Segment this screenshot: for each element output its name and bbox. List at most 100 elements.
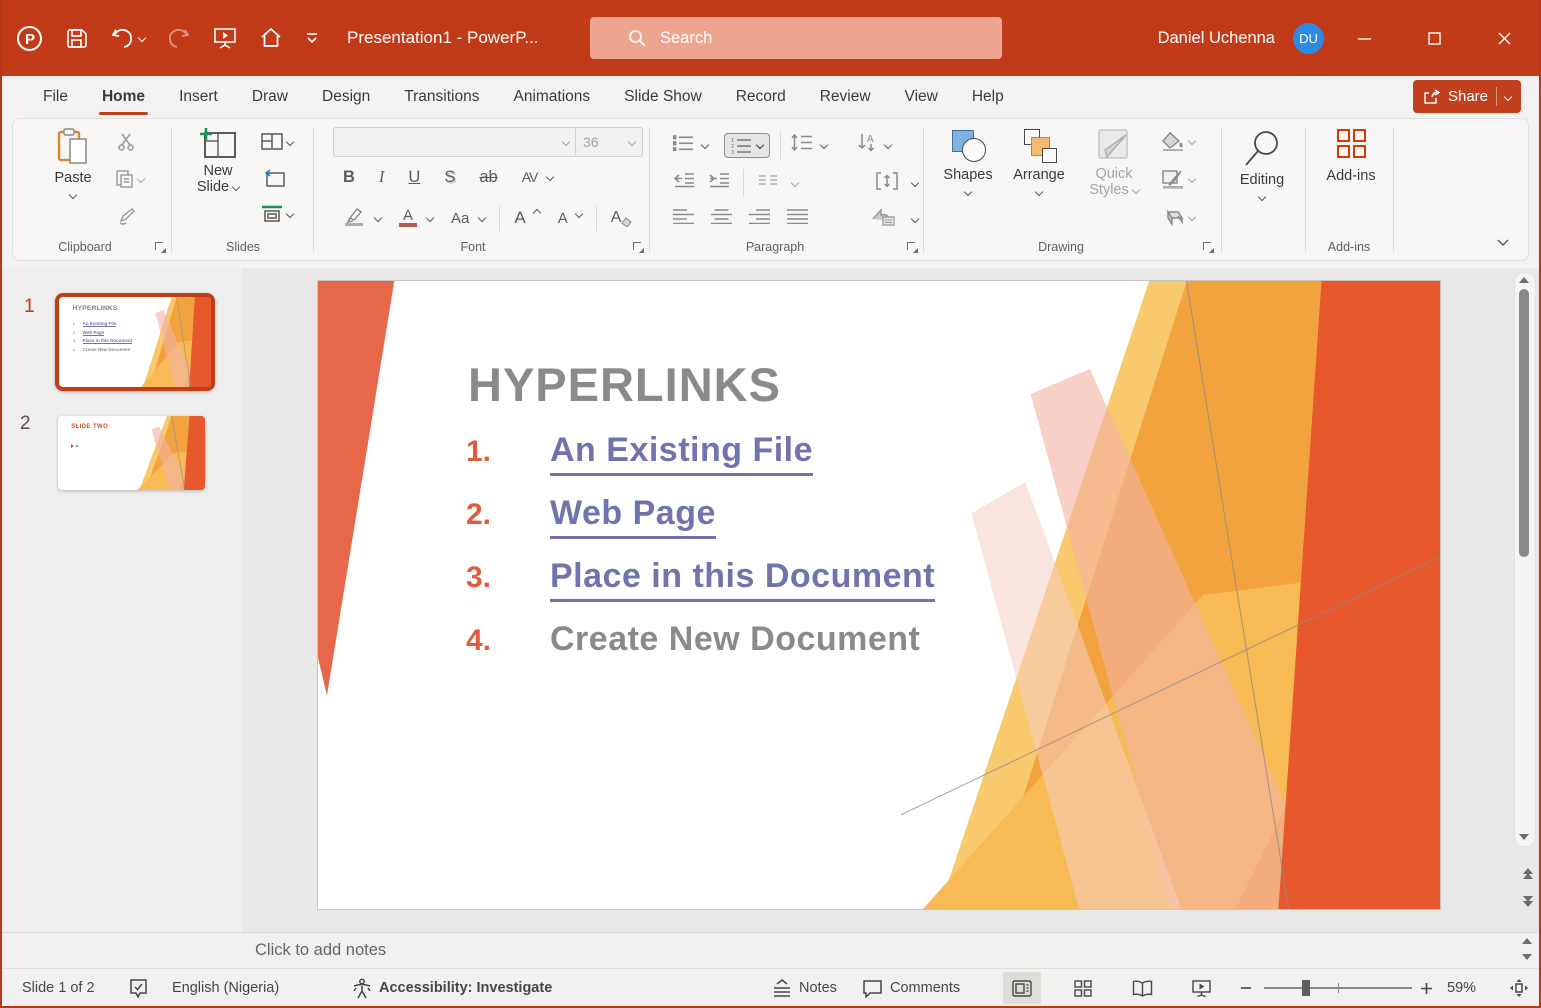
next-slide-button[interactable] [1523,896,1533,907]
tab-file[interactable]: File [30,76,81,118]
notes-scroll-up[interactable] [1522,938,1532,944]
character-spacing-button[interactable]: AV [522,169,538,185]
hyperlink-existing-file[interactable]: An Existing File [550,431,813,476]
tab-transitions[interactable]: Transitions [391,76,492,118]
list-item-4[interactable]: 4. Create New Document [466,620,935,662]
highlight-color-button[interactable] [343,206,365,231]
slide-layout-button[interactable] [261,133,293,150]
slide-title-text[interactable]: HYPERLINKS [468,357,781,412]
user-name[interactable]: Daniel Uchenna [1158,29,1275,48]
redo-button[interactable] [167,26,191,50]
slide-indicator[interactable]: Slide 1 of 2 [22,969,95,1007]
paragraph-dialog-launcher[interactable] [907,242,918,253]
clipboard-dialog-launcher[interactable] [155,242,166,253]
quick-styles-button[interactable]: Quick Styles [1081,129,1147,198]
maximize-button[interactable] [1399,0,1469,76]
scroll-up-arrow[interactable] [1519,277,1529,283]
vertical-scrollbar[interactable] [1514,272,1536,847]
slide-body-list[interactable]: 1. An Existing File 2. Web Page 3. Place… [466,431,935,683]
hyperlink-place-in-document[interactable]: Place in this Document [550,557,935,602]
reading-view-button[interactable] [1123,972,1161,1004]
shapes-button[interactable]: Shapes [939,129,997,195]
hyperlink-web-page[interactable]: Web Page [550,494,716,539]
tab-draw[interactable]: Draw [239,76,301,118]
slide-sorter-view-button[interactable] [1064,972,1102,1004]
share-button[interactable]: Share [1413,80,1521,113]
tab-design[interactable]: Design [309,76,383,118]
home-icon[interactable] [259,26,283,50]
fit-slide-to-window-button[interactable] [1508,969,1530,1007]
decrease-indent-button[interactable] [673,173,694,193]
tab-view[interactable]: View [892,76,951,118]
font-name-combo[interactable] [333,127,577,157]
scrollbar-thumb[interactable] [1519,289,1529,557]
zoom-out-button[interactable] [1240,969,1252,1007]
notes-placeholder[interactable]: Click to add notes [255,941,386,960]
tab-record[interactable]: Record [723,76,799,118]
columns-button[interactable] [758,174,778,192]
list-item-1[interactable]: 1. An Existing File [466,431,935,473]
text-shadow-button[interactable]: S [444,168,455,187]
customize-qat-icon[interactable] [305,32,319,44]
tab-slide-show[interactable]: Slide Show [611,76,715,118]
addins-button[interactable]: Add-ins [1321,129,1381,184]
increase-font-button[interactable]: A [514,208,525,228]
format-painter-button[interactable] [117,207,136,226]
collapse-ribbon-button[interactable] [1496,234,1510,252]
start-slideshow-icon[interactable] [213,26,237,50]
line-spacing-button[interactable] [791,134,813,156]
notes-toggle[interactable]: Notes [772,969,837,1007]
slide-thumbnail-2[interactable]: SLIDE TWO [58,416,205,490]
list-item-2[interactable]: 2. Web Page [466,494,935,536]
notes-scroll-down[interactable] [1522,954,1532,960]
paste-button[interactable]: Paste [43,127,103,198]
reset-slide-button[interactable] [263,169,285,187]
zoom-in-button[interactable] [1420,969,1433,1007]
tab-help[interactable]: Help [959,76,1017,118]
increase-indent-button[interactable] [708,173,729,193]
clear-formatting-button[interactable]: A [611,209,633,227]
tab-insert[interactable]: Insert [166,76,231,118]
underline-button[interactable]: U [408,168,420,187]
drawing-dialog-launcher[interactable] [1203,242,1214,253]
editing-button[interactable]: Editing [1231,129,1293,200]
section-button[interactable] [261,205,293,223]
zoom-slider-thumb[interactable] [1302,980,1310,996]
align-right-button[interactable] [749,209,770,229]
convert-smartart-button[interactable] [871,207,895,231]
search-box[interactable]: Search [590,17,1002,59]
close-button[interactable] [1469,0,1539,76]
align-center-button[interactable] [711,209,732,229]
align-text-button[interactable] [876,172,898,195]
shape-fill-button[interactable] [1161,131,1195,151]
tab-animations[interactable]: Animations [500,76,603,118]
italic-button[interactable]: I [379,167,385,187]
undo-button[interactable] [110,26,145,50]
minimize-button[interactable] [1329,0,1399,76]
decrease-font-button[interactable]: A [558,210,568,227]
shape-effects-button[interactable] [1161,207,1195,227]
copy-button[interactable] [115,169,144,189]
notes-pane[interactable]: Click to add notes [2,932,1539,969]
normal-view-button[interactable] [1003,972,1041,1004]
justify-button[interactable] [787,209,808,229]
powerpoint-logo-icon[interactable]: P [16,25,43,52]
strikethrough-button[interactable]: ab [479,168,497,187]
slide-canvas[interactable]: HYPERLINKS 1. An Existing File 2. Web Pa… [317,280,1441,910]
scroll-down-arrow[interactable] [1519,834,1529,840]
accessibility-status[interactable]: Accessibility: Investigate [352,969,552,1007]
avatar[interactable]: DU [1293,23,1324,54]
new-slide-button[interactable]: New Slide [185,127,251,195]
list-item-3[interactable]: 3. Place in this Document [466,557,935,599]
bullets-button[interactable] [673,135,694,156]
arrange-button[interactable]: Arrange [1009,129,1069,195]
save-icon[interactable] [65,27,88,50]
align-left-button[interactable] [673,209,694,229]
font-dialog-launcher[interactable] [633,242,644,253]
font-color-button[interactable]: A [399,209,417,226]
zoom-percentage[interactable]: 59% [1447,969,1476,1007]
spellcheck-icon[interactable] [129,969,148,1007]
shape-outline-button[interactable] [1161,169,1195,189]
slideshow-view-button[interactable] [1182,972,1220,1004]
language-indicator[interactable]: English (Nigeria) [172,969,279,1007]
